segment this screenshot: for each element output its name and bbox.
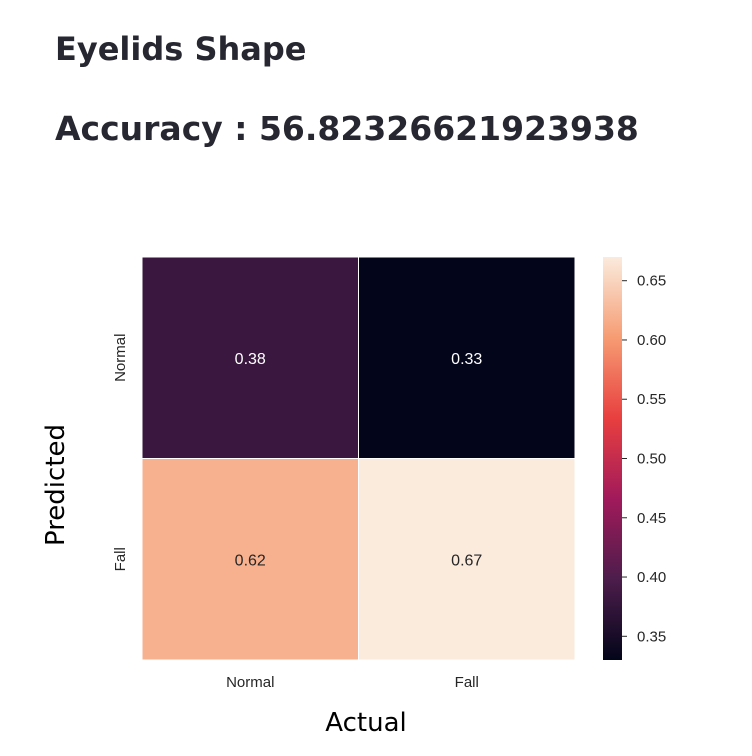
colorbar-tick-label: 0.35 bbox=[637, 628, 666, 645]
y-axis-title: Predicted bbox=[41, 424, 71, 546]
colorbar-tick-label: 0.55 bbox=[637, 391, 666, 408]
confusion-matrix-heatmap: 0.38 0.33 0.62 0.67 Normal Fall Normal Fall A… bbox=[41, 256, 666, 738]
colorbar bbox=[603, 257, 622, 660]
colorbar-tick-label: 0.50 bbox=[637, 451, 666, 468]
colorbar-tick-label: 0.65 bbox=[637, 273, 666, 290]
x-tick-label: Normal bbox=[226, 674, 274, 691]
colorbar-tick-label: 0.40 bbox=[637, 569, 666, 586]
cell-value-label: 0.62 bbox=[235, 552, 266, 569]
y-tick-label: Fall bbox=[112, 547, 129, 571]
colorbar-tick-label: 0.60 bbox=[637, 332, 666, 349]
cell-value-label: 0.33 bbox=[451, 351, 482, 368]
x-axis-title: Actual bbox=[325, 708, 406, 738]
colorbar-tick-label: 0.45 bbox=[637, 510, 666, 527]
x-tick-label: Fall bbox=[455, 674, 479, 691]
cell-value-label: 0.67 bbox=[451, 552, 482, 569]
cell-value-label: 0.38 bbox=[235, 351, 266, 368]
y-tick-label: Normal bbox=[112, 334, 129, 382]
